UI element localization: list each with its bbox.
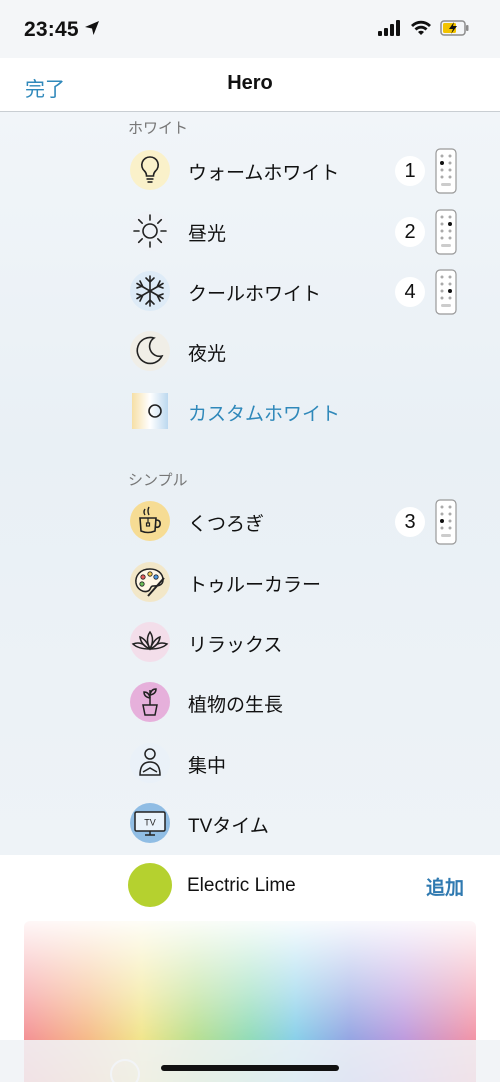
scene-badge: 2 xyxy=(395,217,425,247)
scene-label: くつろぎ xyxy=(188,514,265,535)
scene-row-night-light[interactable]: 夜光 xyxy=(126,323,466,379)
scene-label: TVタイム xyxy=(188,816,269,837)
moon-icon xyxy=(126,327,174,375)
scene-row-true-color[interactable]: トゥルーカラー xyxy=(126,554,466,610)
selected-color-swatch xyxy=(128,863,172,907)
scene-label: 集中 xyxy=(188,756,227,777)
lightbulb-icon xyxy=(126,146,174,194)
scene-row-warm-white[interactable]: ウォームホワイト 1 xyxy=(126,142,466,198)
person-icon xyxy=(126,739,174,787)
scene-label: 昼光 xyxy=(188,224,227,245)
section-header-simple: シンプル xyxy=(128,472,188,489)
add-button[interactable]: 追加 xyxy=(426,873,464,900)
scene-label: クールホワイト xyxy=(188,284,322,305)
scene-label: トゥルーカラー xyxy=(188,575,322,596)
sun-icon xyxy=(126,207,174,255)
scene-list[interactable]: ホワイト ウォームホワイト 1 昼光 2 クールホワイト 4 夜光 カスタムホワ… xyxy=(0,112,500,855)
scene-row-focus[interactable]: 集中 xyxy=(126,735,466,791)
tea-cup-icon xyxy=(126,497,174,545)
scene-row-kutsurogi[interactable]: くつろぎ 3 xyxy=(126,493,466,549)
palette-icon xyxy=(126,558,174,606)
scene-label: ウォームホワイト xyxy=(188,163,340,184)
selected-color-name: Electric Lime xyxy=(187,875,296,896)
navigation-bar: 完了 Hero xyxy=(0,58,500,112)
page-title: Hero xyxy=(227,72,273,94)
scene-row-cool-white[interactable]: クールホワイト 4 xyxy=(126,263,466,319)
scene-label: リラックス xyxy=(188,635,283,656)
scene-row-relax[interactable]: リラックス xyxy=(126,614,466,670)
tv-icon-text: TV xyxy=(144,818,156,828)
custom-white-icon xyxy=(126,387,174,435)
scene-row-custom-white[interactable]: カスタムホワイト xyxy=(126,383,466,439)
scene-badge: 4 xyxy=(395,277,425,307)
signal-icon xyxy=(378,20,400,36)
tv-icon: TV xyxy=(126,799,174,847)
remote-icon xyxy=(435,148,457,194)
scene-row-daylight[interactable]: 昼光 2 xyxy=(126,203,466,259)
scene-label: 夜光 xyxy=(188,344,227,365)
status-time: 23:45 xyxy=(24,18,79,41)
scene-label: カスタムホワイト xyxy=(188,404,341,425)
section-header-white: ホワイト xyxy=(128,120,189,137)
home-indicator-area xyxy=(0,1040,500,1082)
remote-icon xyxy=(435,209,457,255)
remote-icon xyxy=(435,499,457,545)
scene-row-tv-time[interactable]: TV TVタイム xyxy=(126,795,466,851)
scene-label: 植物の生長 xyxy=(188,695,284,716)
scene-row-plant-growth[interactable]: 植物の生長 xyxy=(126,674,466,730)
home-indicator[interactable] xyxy=(161,1065,339,1071)
battery-charging-icon xyxy=(440,20,469,36)
status-bar: 23:45 xyxy=(0,0,500,58)
wifi-icon xyxy=(411,20,431,35)
status-icons xyxy=(378,20,470,36)
scene-badge: 1 xyxy=(395,156,425,186)
scene-badge: 3 xyxy=(395,507,425,537)
location-arrow-icon xyxy=(85,21,99,35)
lotus-icon xyxy=(126,618,174,666)
snowflake-icon xyxy=(126,267,174,315)
plant-icon xyxy=(126,678,174,726)
remote-icon xyxy=(435,269,457,315)
